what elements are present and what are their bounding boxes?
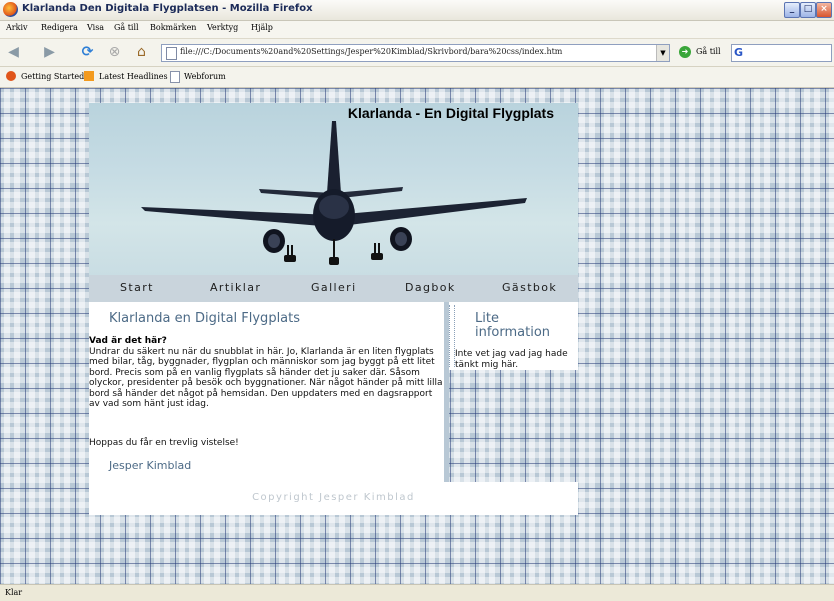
sidebar-text: Inte vet jag vad jag hade tänkt mig här.: [455, 349, 568, 370]
menu-ga-till[interactable]: Gå till: [114, 23, 139, 32]
menu-visa[interactable]: Visa: [87, 23, 104, 32]
google-search-icon: G: [734, 46, 744, 59]
bookmark-getting-started[interactable]: Getting Started: [21, 72, 84, 81]
nav-gastbok[interactable]: Gästbok: [502, 281, 557, 294]
nav-galleri[interactable]: Galleri: [311, 281, 357, 294]
bookmark-webforum[interactable]: Webforum: [184, 72, 226, 81]
author-signature: Jesper Kimblad: [109, 459, 192, 472]
sidebar-heading: Lite information: [475, 311, 551, 340]
reload-icon[interactable]: ⟳: [78, 43, 97, 62]
intro-text: Undrar du säkert nu när du snubblat in h…: [89, 347, 443, 410]
minimize-button[interactable]: _: [784, 2, 800, 18]
nav-dagbok[interactable]: Dagbok: [405, 281, 456, 294]
nav-start[interactable]: Start: [120, 281, 154, 294]
menu-hjalp[interactable]: Hjälp: [251, 23, 273, 32]
site-footer: Copyright Jesper Kimblad: [89, 482, 578, 515]
address-input[interactable]: file:///C:/Documents%20and%20Settings/Je…: [180, 47, 650, 56]
home-icon[interactable]: ⌂: [132, 43, 151, 62]
address-bar[interactable]: file:///C:/Documents%20and%20Settings/Je…: [161, 44, 670, 62]
main-content: Klarlanda en Digital Flygplats Vad är de…: [89, 302, 444, 482]
back-arrow-icon[interactable]: ◀: [4, 43, 23, 62]
maximize-button[interactable]: □: [800, 2, 816, 18]
getting-started-icon: [6, 71, 16, 81]
nav-artiklar[interactable]: Artiklar: [210, 281, 261, 294]
page-document-icon: [170, 71, 180, 83]
menu-bokmarken[interactable]: Bokmärken: [150, 23, 196, 32]
site-nav: Start Artiklar Galleri Dagbok Gästbok: [89, 275, 578, 302]
closing-text: Hoppas du får en trevlig vistelse!: [89, 438, 239, 448]
menu-bar: Arkiv Redigera Visa Gå till Bokmärken Ve…: [0, 21, 834, 39]
forward-arrow-icon[interactable]: ▶: [40, 43, 59, 62]
site-title: Klarlanda - En Digital Flygplats: [347, 105, 554, 121]
main-heading: Klarlanda en Digital Flygplats: [109, 311, 301, 326]
intro-question: Vad är det här?: [89, 336, 167, 346]
page-document-icon: [166, 47, 177, 60]
search-input[interactable]: G: [731, 44, 832, 62]
navigation-toolbar: ◀ ▶ ⟳ ⊗ ⌂ file:///C:/Documents%20and%20S…: [0, 39, 834, 67]
bookmark-latest-headlines[interactable]: Latest Headlines: [99, 72, 168, 81]
address-dropdown-icon[interactable]: ▼: [656, 45, 669, 61]
menu-arkiv[interactable]: Arkiv: [6, 23, 28, 32]
close-button[interactable]: ×: [816, 2, 832, 18]
sidebar: Lite information Inte vet jag vad jag ha…: [449, 302, 578, 370]
go-arrow-icon[interactable]: ➜: [679, 46, 691, 58]
go-button[interactable]: Gå till: [696, 47, 721, 56]
status-text: Klar: [5, 588, 23, 597]
copyright-text: Copyright Jesper Kimblad: [252, 492, 415, 503]
stop-icon[interactable]: ⊗: [105, 43, 124, 62]
airplane-photo: [141, 121, 527, 265]
status-bar: Klar: [0, 584, 834, 601]
firefox-logo-icon: [3, 2, 18, 17]
title-bar: Klarlanda Den Digitala Flygplatsen - Moz…: [0, 0, 834, 21]
window-title: Klarlanda Den Digitala Flygplatsen - Moz…: [22, 3, 313, 14]
bookmarks-toolbar: Getting Started Latest Headlines Webforu…: [0, 67, 834, 88]
menu-redigera[interactable]: Redigera: [41, 23, 78, 32]
site-header: Klarlanda - En Digital Flygplats: [89, 103, 578, 275]
rss-feed-icon: [84, 71, 94, 81]
menu-verktyg[interactable]: Verktyg: [207, 23, 238, 32]
